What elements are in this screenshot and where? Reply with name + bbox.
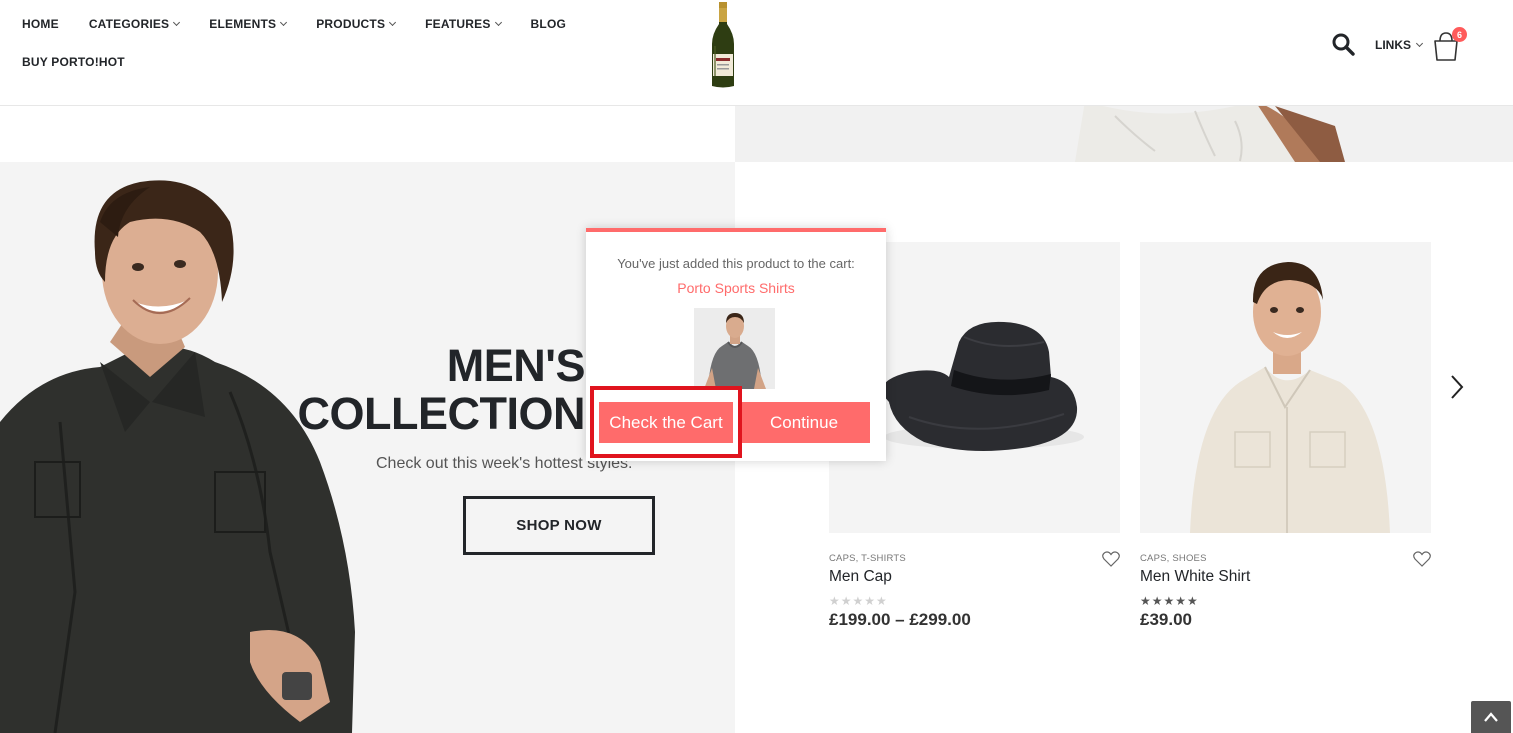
links-label: LINKS <box>1375 38 1411 52</box>
scroll-to-top-button[interactable] <box>1471 701 1511 733</box>
product-image[interactable] <box>1140 242 1431 533</box>
rating-stars: ★★★★★ <box>1140 594 1199 608</box>
nav-item-blog[interactable]: BLOG <box>531 17 566 31</box>
chevron-down-icon <box>389 18 397 27</box>
search-icon[interactable] <box>1331 32 1355 56</box>
product-price: £199.00 – £299.00 <box>829 610 971 629</box>
banner-strip-left <box>0 106 735 162</box>
nav-item-elements[interactable]: ELEMENTS <box>209 17 288 31</box>
shop-now-button[interactable]: SHOP NOW <box>463 496 655 555</box>
main-nav: HOME CATEGORIES ELEMENTS PRODUCTS FEATUR… <box>22 17 596 31</box>
secondary-nav: BUY PORTO!HOT <box>22 55 155 69</box>
product-card: CAPS, SHOES Men White Shirt ★★★★★ £39.00 <box>1140 242 1431 630</box>
chevron-down-icon <box>173 18 181 27</box>
product-price: £39.00 <box>1140 610 1192 629</box>
product-categories[interactable]: CAPS, T-SHIRTS <box>829 553 1120 564</box>
product-name[interactable]: Men White Shirt <box>1140 568 1431 586</box>
nav-item-label: BUY PORTO!HOT <box>22 55 125 69</box>
links-dropdown[interactable]: LINKS <box>1375 38 1424 52</box>
nav-item-label: CATEGORIES <box>88 17 170 31</box>
nav-item-label: ELEMENTS <box>209 17 277 31</box>
added-to-cart-popup: You've just added this product to the ca… <box>586 228 886 461</box>
chevron-down-icon <box>1415 39 1424 48</box>
man-dark-shirt-image <box>0 180 355 733</box>
chevron-up-icon <box>1484 712 1498 722</box>
chevron-down-icon <box>494 18 502 27</box>
site-logo[interactable] <box>710 2 736 88</box>
rating-stars: ★★★★★ <box>829 594 888 608</box>
hero-title-line2: COLLECTION <box>297 388 586 439</box>
nav-item-home[interactable]: HOME <box>22 17 59 31</box>
continue-button[interactable]: Continue <box>738 402 870 443</box>
sports-shirt-image <box>704 313 766 389</box>
nav-item-buy-porto[interactable]: BUY PORTO!HOT <box>22 55 125 69</box>
man-white-shirt-image <box>1190 262 1390 533</box>
hero-title: MEN'S COLLECTION <box>297 340 586 439</box>
product-name[interactable]: Men Cap <box>829 568 1120 586</box>
cart-count-badge: 6 <box>1452 27 1467 42</box>
banner-strip-right <box>735 106 1513 162</box>
product-categories[interactable]: CAPS, SHOES <box>1140 553 1431 564</box>
man-shirt-image <box>1075 106 1345 162</box>
chevron-right-icon[interactable] <box>1447 374 1467 400</box>
popup-product-thumbnail <box>694 308 775 389</box>
popup-product-name[interactable]: Porto Sports Shirts <box>586 280 886 296</box>
site-header: HOME CATEGORIES ELEMENTS PRODUCTS FEATUR… <box>0 0 1513 106</box>
heart-icon[interactable] <box>1102 551 1120 567</box>
heart-icon[interactable] <box>1413 551 1431 567</box>
nav-item-label: FEATURES <box>425 17 491 31</box>
hero-title-line1: MEN'S <box>446 340 586 391</box>
nav-item-categories[interactable]: CATEGORIES <box>88 17 181 31</box>
nav-item-label: PRODUCTS <box>316 17 386 31</box>
nav-item-label: BLOG <box>530 17 567 31</box>
check-cart-button[interactable]: Check the Cart <box>599 402 733 443</box>
popup-message: You've just added this product to the ca… <box>617 256 855 271</box>
nav-item-products[interactable]: PRODUCTS <box>316 17 397 31</box>
nav-item-features[interactable]: FEATURES <box>425 17 502 31</box>
chevron-down-icon <box>280 18 288 27</box>
nav-item-label: HOME <box>22 17 59 31</box>
